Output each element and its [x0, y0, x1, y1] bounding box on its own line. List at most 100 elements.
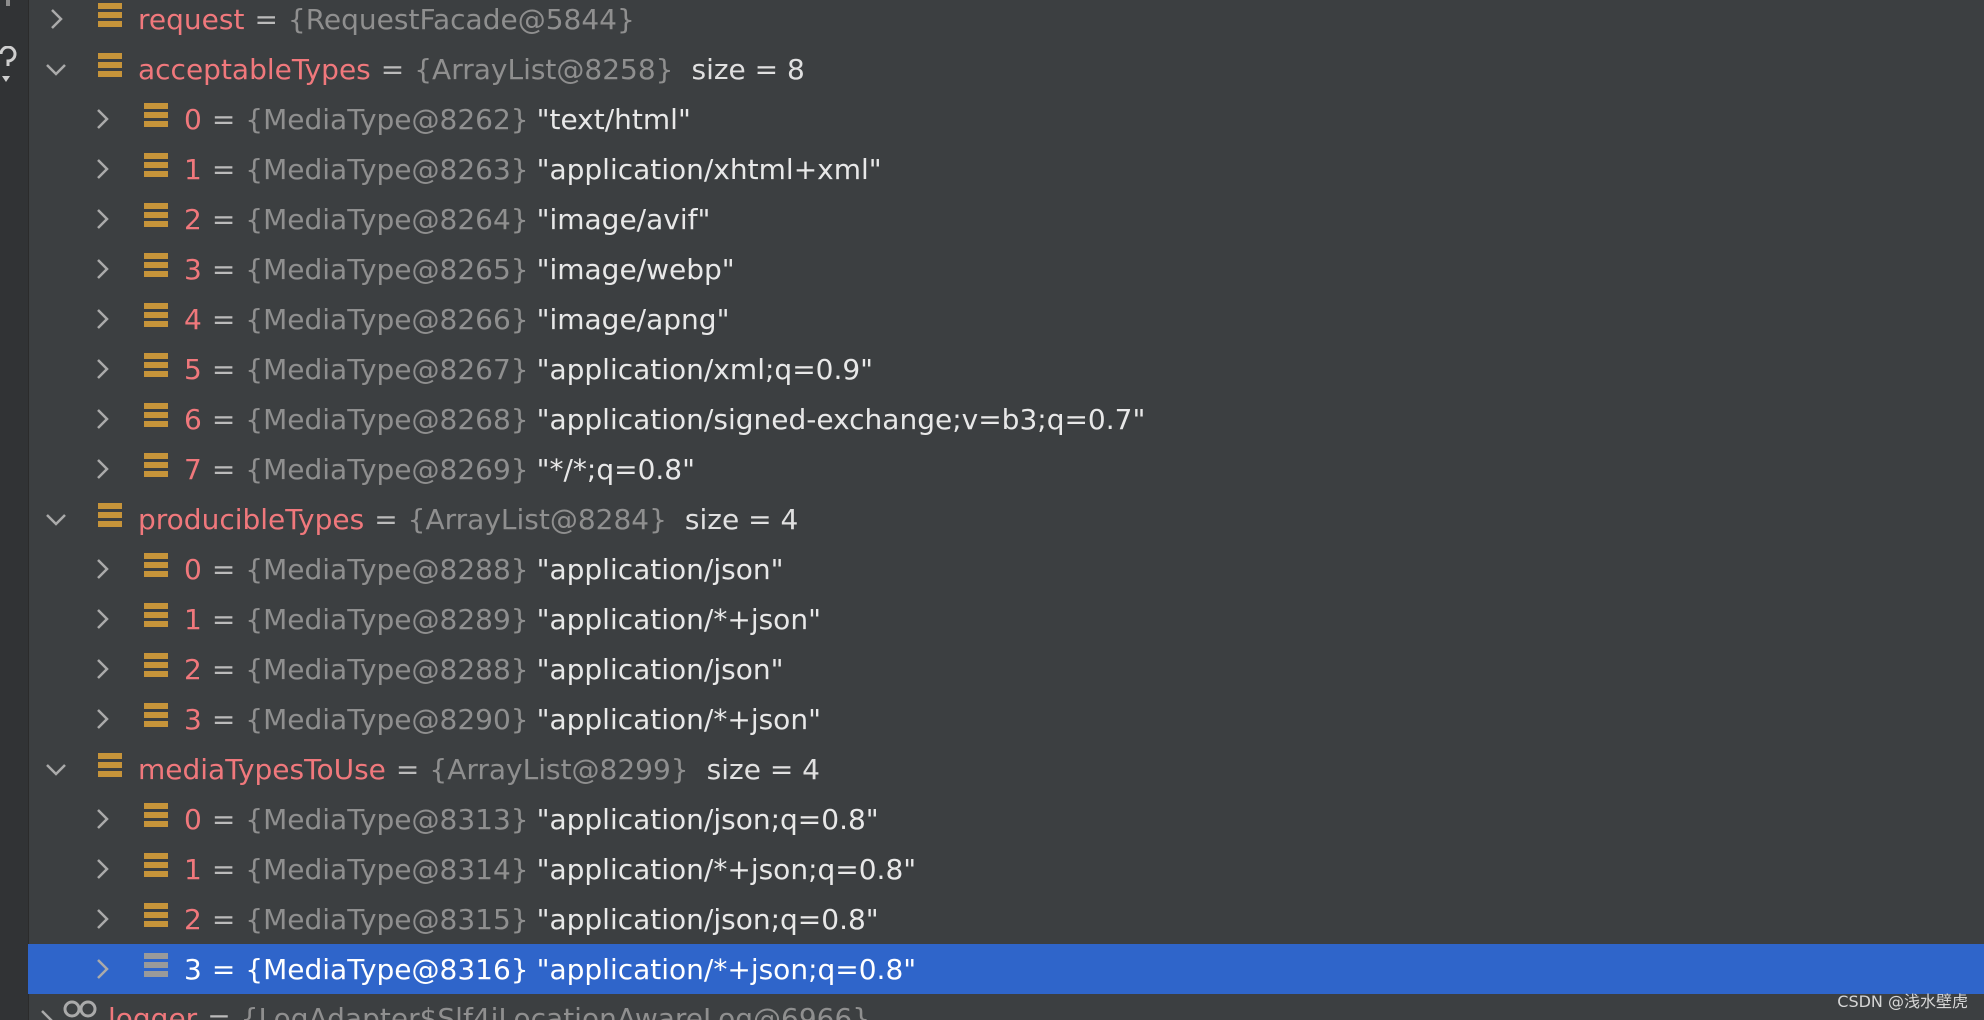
variable-name: 3: [184, 952, 202, 986]
variable-name: 2: [184, 202, 202, 236]
chevron-right-icon[interactable]: [88, 705, 116, 733]
object-reference: {MediaType@8263}: [245, 152, 529, 186]
chevron-right-icon[interactable]: [88, 355, 116, 383]
chevron-right-icon[interactable]: [88, 405, 116, 433]
equals-sign: =: [207, 1001, 231, 1020]
equals-sign: =: [211, 902, 236, 936]
field-icon: [142, 851, 170, 883]
object-reference: {MediaType@8290}: [245, 702, 529, 736]
variable-row[interactable]: 2 = {MediaType@8288} "application/json": [28, 644, 1984, 694]
variable-row-partial[interactable]: logger = {LogAdapter$Slf4jLocationAwareL…: [0, 995, 1956, 1020]
object-reference: {MediaType@8289}: [245, 602, 529, 636]
chevron-right-icon[interactable]: [88, 305, 116, 333]
object-reference: {MediaType@8269}: [245, 452, 529, 486]
equals-sign: =: [211, 802, 236, 836]
variable-row[interactable]: 3 = {MediaType@8316} "application/*+json;q=…: [28, 944, 1984, 994]
field-icon: [142, 351, 170, 383]
equals-sign: =: [211, 552, 236, 586]
variable-row[interactable]: 4 = {MediaType@8266} "image/apng": [28, 294, 1984, 344]
variable-row[interactable]: 1 = {MediaType@8314} "application/*+json;q=…: [28, 844, 1984, 894]
field-icon: [96, 51, 124, 83]
variable-name: 3: [184, 702, 202, 736]
equals-sign: =: [211, 252, 236, 286]
chevron-right-icon[interactable]: [88, 855, 116, 883]
variable-row[interactable]: 1 = {MediaType@8289} "application/*+json": [28, 594, 1984, 644]
step-into-icon[interactable]: [0, 45, 20, 86]
variable-value: "application/xml;q=0.9": [536, 352, 874, 386]
variable-row[interactable]: 0 = {MediaType@8313} "application/json;q=0.…: [28, 794, 1984, 844]
field-icon: [96, 501, 124, 533]
field-icon: [142, 101, 170, 133]
variable-row[interactable]: request = {RequestFacade@5844}: [28, 0, 1984, 44]
variable-value: "application/*+json": [536, 702, 821, 736]
chevron-right-icon[interactable]: [88, 805, 116, 833]
variable-name: 1: [184, 852, 202, 886]
field-icon: [142, 201, 170, 233]
chevron-down-icon[interactable]: [42, 55, 70, 83]
chevron-down-icon[interactable]: [42, 505, 70, 533]
object-reference: {MediaType@8288}: [245, 652, 529, 686]
object-reference: {ArrayList@8284}: [407, 502, 667, 536]
variable-name: request: [138, 2, 245, 36]
field-icon: [96, 751, 124, 783]
variable-row[interactable]: 3 = {MediaType@8265} "image/webp": [28, 244, 1984, 294]
chevron-right-icon[interactable]: [88, 605, 116, 633]
variable-row[interactable]: producibleTypes = {ArrayList@8284} size = 4: [28, 494, 1984, 544]
chevron-down-icon[interactable]: [42, 755, 70, 783]
object-reference: {MediaType@8267}: [245, 352, 529, 386]
chevron-right-icon[interactable]: [88, 155, 116, 183]
object-reference: {MediaType@8266}: [245, 302, 529, 336]
chevron-right-icon[interactable]: [88, 255, 116, 283]
variable-value: "application/*+json;q=0.8": [536, 952, 917, 986]
variable-row[interactable]: 0 = {MediaType@8288} "application/json": [28, 544, 1984, 594]
variable-name: 1: [184, 602, 202, 636]
chevron-right-icon[interactable]: [88, 555, 116, 583]
object-reference: {MediaType@8265}: [245, 252, 529, 286]
equals-sign: =: [380, 52, 405, 86]
variable-row[interactable]: 2 = {MediaType@8315} "application/json;q=0.…: [28, 894, 1984, 944]
equals-sign: =: [211, 652, 236, 686]
variable-value: "image/apng": [536, 302, 730, 336]
object-reference: {MediaType@8313}: [245, 802, 529, 836]
variable-name: 0: [184, 102, 202, 136]
chevron-right-icon[interactable]: [88, 455, 116, 483]
variable-row[interactable]: 2 = {MediaType@8264} "image/avif": [28, 194, 1984, 244]
variable-row[interactable]: 1 = {MediaType@8263} "application/xhtml+xml…: [28, 144, 1984, 194]
variable-name: 1: [184, 152, 202, 186]
field-icon: [142, 451, 170, 483]
gutter-marker: [6, 0, 10, 6]
variable-row[interactable]: 0 = {MediaType@8262} "text/html": [28, 94, 1984, 144]
object-reference: {RequestFacade@5844}: [287, 2, 635, 36]
variable-value: "application/json;q=0.8": [536, 802, 879, 836]
object-reference: {ArrayList@8258}: [414, 52, 674, 86]
variable-name: 0: [184, 802, 202, 836]
chevron-right-icon[interactable]: [32, 1006, 60, 1020]
variable-value: "application/signed-exchange;v=b3;q=0.7": [536, 402, 1146, 436]
chevron-right-icon[interactable]: [88, 955, 116, 983]
variable-row[interactable]: mediaTypesToUse = {ArrayList@8299} size = 4: [28, 744, 1984, 794]
variable-row[interactable]: 3 = {MediaType@8290} "application/*+json": [28, 694, 1984, 744]
field-icon: [142, 701, 170, 733]
variable-name: 7: [184, 452, 202, 486]
chevron-right-icon[interactable]: [88, 105, 116, 133]
object-reference: {MediaType@8268}: [245, 402, 529, 436]
field-icon: [142, 151, 170, 183]
variable-value: "text/html": [536, 102, 691, 136]
object-reference: {MediaType@8314}: [245, 852, 529, 886]
equals-sign: =: [211, 402, 236, 436]
variable-name: 5: [184, 352, 202, 386]
variable-row[interactable]: 5 = {MediaType@8267} "application/xml;q=0.9…: [28, 344, 1984, 394]
variable-value: "application/*+json;q=0.8": [536, 852, 917, 886]
equals-sign: =: [211, 202, 236, 236]
chevron-right-icon[interactable]: [42, 5, 70, 33]
chevron-right-icon[interactable]: [88, 905, 116, 933]
field-icon: [142, 901, 170, 933]
watch-icon: [62, 999, 97, 1020]
variable-name: acceptableTypes: [138, 52, 371, 86]
variable-row[interactable]: 6 = {MediaType@8268} "application/signed-ex…: [28, 394, 1984, 444]
chevron-right-icon[interactable]: [88, 655, 116, 683]
chevron-right-icon[interactable]: [88, 205, 116, 233]
variable-value: "application/xhtml+xml": [536, 152, 882, 186]
variable-row[interactable]: 7 = {MediaType@8269} "*/*;q=0.8": [28, 444, 1984, 494]
variable-row[interactable]: acceptableTypes = {ArrayList@8258} size = 8: [28, 44, 1984, 94]
